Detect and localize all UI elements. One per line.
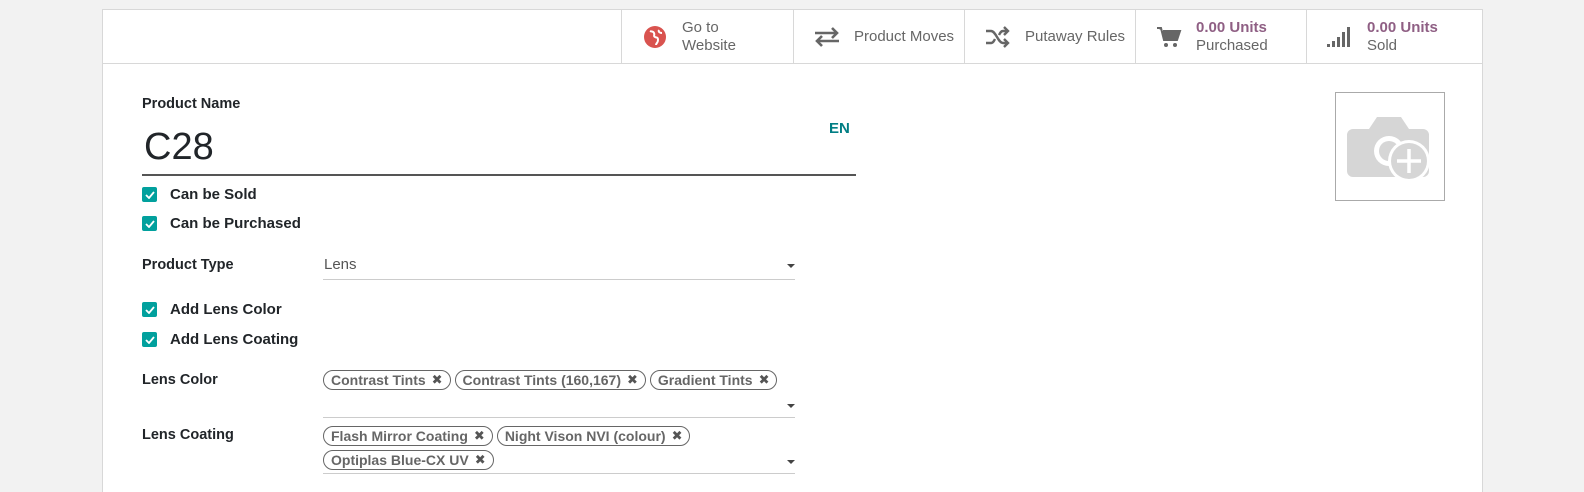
purchased-stat-button[interactable]: 0.00 Units Purchased — [1135, 10, 1306, 63]
tag-label: Optiplas Blue-CX UV — [331, 452, 469, 468]
tag-remove-icon[interactable]: ✖ — [475, 452, 486, 468]
can-be-purchased-label: Can be Purchased — [170, 215, 301, 232]
lens-color-label: Lens Color — [142, 372, 218, 388]
checkbox-checked-icon — [142, 302, 157, 317]
sold-value: 0.00 Units — [1367, 18, 1438, 36]
shuffle-icon — [981, 25, 1015, 48]
tag-remove-icon[interactable]: ✖ — [672, 428, 683, 444]
tag-label: Gradient Tints — [657, 372, 753, 388]
product-moves-label: Product Moves — [854, 27, 955, 45]
putaway-rules-button[interactable]: Putaway Rules — [964, 10, 1135, 63]
tag-label: Night Vison NVI (colour) — [504, 428, 666, 444]
product-type-label: Product Type — [142, 257, 234, 273]
tag-label: Contrast Tints (160,167) — [462, 372, 622, 388]
tag-label: Contrast Tints — [331, 372, 426, 388]
lens-coating-tag: Night Vison NVI (colour) ✖ — [496, 426, 691, 446]
add-lens-coating-label: Add Lens Coating — [170, 331, 299, 348]
lens-coating-tag: Flash Mirror Coating ✖ — [323, 426, 493, 446]
signal-bars-icon — [1323, 26, 1357, 48]
lens-color-tags: Contrast Tints ✖ Contrast Tints (160,167)… — [323, 370, 795, 394]
tag-remove-icon[interactable]: ✖ — [474, 428, 485, 444]
lens-color-many2many-field[interactable]: Contrast Tints ✖ Contrast Tints (160,167)… — [323, 370, 795, 418]
exchange-arrows-icon — [810, 26, 844, 48]
purchased-stat-text: 0.00 Units Purchased — [1196, 19, 1268, 55]
can-be-sold-checkbox[interactable]: Can be Sold — [142, 186, 257, 203]
chevron-down-icon[interactable] — [787, 460, 795, 464]
language-button[interactable]: EN — [829, 120, 850, 137]
shopping-cart-icon — [1152, 25, 1186, 49]
sold-stat-text: 0.00 Units Sold — [1367, 19, 1438, 55]
product-name-label: Product Name — [142, 96, 241, 112]
product-type-value: Lens — [324, 256, 357, 273]
tag-remove-icon[interactable]: ✖ — [627, 372, 638, 388]
checkbox-checked-icon — [142, 332, 157, 347]
smart-button-box: Go to Website Product Moves Putaway Rule… — [103, 10, 1482, 64]
can-be-purchased-checkbox[interactable]: Can be Purchased — [142, 215, 301, 232]
lens-coating-tag: Optiplas Blue-CX UV ✖ — [323, 450, 494, 470]
add-lens-coating-checkbox[interactable]: Add Lens Coating — [142, 331, 298, 348]
lens-color-tag: Contrast Tints ✖ — [323, 370, 451, 390]
sold-label: Sold — [1367, 36, 1398, 54]
product-moves-button[interactable]: Product Moves — [793, 10, 964, 63]
product-image-upload[interactable] — [1335, 92, 1445, 201]
globe-icon — [638, 25, 672, 49]
go-to-website-button[interactable]: Go to Website — [621, 10, 793, 63]
lens-coating-many2many-field[interactable]: Flash Mirror Coating ✖ Night Vison NVI (c… — [323, 426, 795, 474]
lens-coating-tags: Flash Mirror Coating ✖ Night Vison NVI (c… — [323, 426, 795, 474]
can-be-sold-label: Can be Sold — [170, 186, 257, 203]
sold-stat-button[interactable]: 0.00 Units Sold — [1306, 10, 1484, 63]
checkbox-checked-icon — [142, 216, 157, 231]
lens-coating-label: Lens Coating — [142, 427, 234, 443]
chevron-down-icon[interactable] — [787, 264, 795, 268]
product-form-sheet: Go to Website Product Moves Putaway Rule… — [102, 9, 1483, 492]
chevron-down-icon[interactable] — [787, 404, 795, 408]
tag-label: Flash Mirror Coating — [331, 428, 468, 444]
checkbox-checked-icon — [142, 187, 157, 202]
product-type-select[interactable]: Lens — [323, 256, 795, 280]
go-to-website-label: Go to Website — [682, 19, 736, 55]
go-to-website-line1: Go to — [682, 18, 719, 36]
add-lens-color-label: Add Lens Color — [170, 301, 282, 318]
purchased-value: 0.00 Units — [1196, 18, 1267, 36]
putaway-rules-label: Putaway Rules — [1025, 27, 1126, 45]
tag-remove-icon[interactable]: ✖ — [759, 372, 770, 388]
go-to-website-line2: Website — [682, 36, 736, 54]
add-photo-icon — [1347, 116, 1430, 182]
product-name-input[interactable] — [142, 120, 856, 176]
tag-remove-icon[interactable]: ✖ — [432, 372, 443, 388]
purchased-label: Purchased — [1196, 36, 1268, 54]
add-lens-color-checkbox[interactable]: Add Lens Color — [142, 301, 282, 318]
lens-color-tag: Gradient Tints ✖ — [649, 370, 778, 390]
lens-color-tag: Contrast Tints (160,167) ✖ — [454, 370, 646, 390]
